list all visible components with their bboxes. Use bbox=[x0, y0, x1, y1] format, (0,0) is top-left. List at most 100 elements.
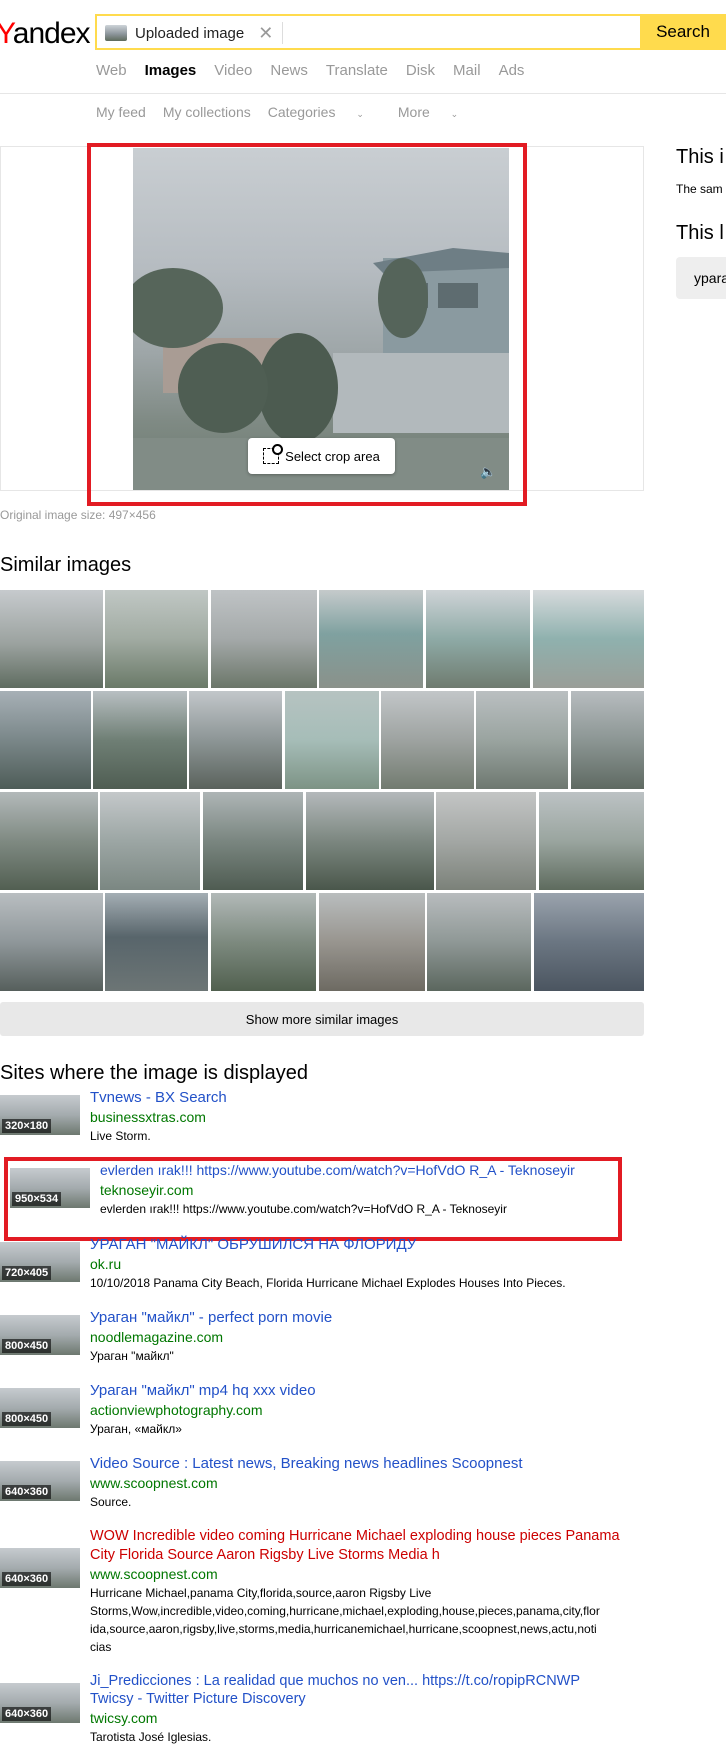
right-heading-2: This l bbox=[676, 222, 724, 244]
result-title-link[interactable]: УРАГАН "МАЙКЛ" ОБРУШИЛСЯ НА ФЛОРИДУ bbox=[90, 1236, 416, 1253]
result-title-link[interactable]: Ураган "майкл" - perfect porn movie bbox=[90, 1309, 332, 1326]
result-thumbnail[interactable]: 800×450 bbox=[0, 1315, 80, 1355]
similar-image[interactable] bbox=[105, 590, 208, 688]
result-url[interactable]: businessxtras.com bbox=[90, 1109, 206, 1125]
sites-title: Sites where the image is displayed bbox=[0, 1062, 308, 1084]
result-thumbnail[interactable]: 640×360 bbox=[0, 1461, 80, 1501]
result-url[interactable]: www.scoopnest.com bbox=[90, 1566, 218, 1582]
similar-image[interactable] bbox=[571, 691, 644, 789]
uploaded-image-label: Uploaded image bbox=[135, 24, 245, 42]
site-result: 320×180 Tvnews - BX Search businessxtras… bbox=[0, 1089, 644, 1149]
subnav-more[interactable]: More ⌄ bbox=[398, 104, 475, 120]
similar-image[interactable] bbox=[285, 691, 379, 789]
uploaded-image-chip[interactable]: Uploaded image ✕ bbox=[105, 21, 273, 45]
site-result: 640×360 Ji_Predicciones : La realidad qu… bbox=[0, 1673, 644, 1753]
tab-web[interactable]: Web bbox=[96, 62, 127, 79]
highlight-box-result bbox=[4, 1157, 622, 1241]
right-heading-1: This i bbox=[676, 146, 724, 168]
image-dimensions: 640×360 bbox=[2, 1485, 52, 1499]
similar-image[interactable] bbox=[381, 691, 474, 789]
result-url[interactable]: ok.ru bbox=[90, 1256, 121, 1272]
similar-image[interactable] bbox=[93, 691, 187, 789]
tab-translate[interactable]: Translate bbox=[326, 62, 388, 79]
service-tabs: Web Images Video News Translate Disk Mai… bbox=[96, 62, 542, 79]
result-title-link[interactable]: WOW Incredible video coming Hurricane Mi… bbox=[90, 1528, 620, 1544]
result-description: Live Storm. bbox=[90, 1129, 151, 1143]
similar-image[interactable] bbox=[189, 691, 282, 789]
similar-image[interactable] bbox=[306, 792, 434, 890]
logo-rest: andex bbox=[12, 17, 91, 50]
result-url[interactable]: twicsy.com bbox=[90, 1710, 157, 1726]
tab-images[interactable]: Images bbox=[145, 62, 197, 79]
search-button[interactable]: Search bbox=[640, 14, 726, 50]
similar-image[interactable] bbox=[0, 691, 91, 789]
result-thumbnail[interactable]: 640×360 bbox=[0, 1683, 80, 1723]
logo-y: Y bbox=[0, 17, 14, 50]
subnav-my-collections[interactable]: My collections bbox=[163, 104, 251, 120]
result-url[interactable]: noodlemagazine.com bbox=[90, 1329, 223, 1345]
result-title-link[interactable]: Ураган "майкл" mp4 hq xxx video bbox=[90, 1382, 316, 1399]
similar-image[interactable] bbox=[100, 792, 200, 890]
similar-images-grid bbox=[0, 590, 644, 994]
tab-disk[interactable]: Disk bbox=[406, 62, 435, 79]
crop-button-label: Select crop area bbox=[285, 448, 380, 464]
yandex-logo[interactable]: Yandex bbox=[0, 14, 91, 54]
result-title-link[interactable]: Ji_Predicciones : La realidad que muchos… bbox=[90, 1673, 580, 1689]
result-description: Source. bbox=[90, 1495, 132, 1509]
subnav-my-feed[interactable]: My feed bbox=[96, 104, 146, 120]
tab-video[interactable]: Video bbox=[214, 62, 252, 79]
result-title-link-continued[interactable]: Twicsy - Twitter Picture Discovery bbox=[90, 1691, 306, 1707]
close-icon[interactable]: ✕ bbox=[258, 24, 273, 42]
result-title-link-continued[interactable]: City Florida Source Aaron Rigsby Live St… bbox=[90, 1547, 440, 1563]
similar-image[interactable] bbox=[436, 792, 536, 890]
result-description: Ураган, «майкл» bbox=[90, 1422, 182, 1436]
similar-images-title: Similar images bbox=[0, 554, 132, 576]
similar-image[interactable] bbox=[105, 893, 208, 991]
similar-image[interactable] bbox=[427, 893, 531, 991]
result-thumbnail[interactable]: 640×360 bbox=[0, 1548, 80, 1588]
similar-image[interactable] bbox=[0, 893, 103, 991]
image-dimensions: 640×360 bbox=[2, 1572, 52, 1586]
tab-mail[interactable]: Mail bbox=[453, 62, 481, 79]
result-thumbnail[interactable]: 800×450 bbox=[0, 1388, 80, 1428]
result-url[interactable]: www.scoopnest.com bbox=[90, 1475, 218, 1491]
image-dimensions: 640×360 bbox=[2, 1707, 52, 1721]
similar-image[interactable] bbox=[426, 590, 530, 688]
image-dimensions: 800×450 bbox=[2, 1339, 52, 1353]
speaker-icon[interactable]: 🔈 bbox=[480, 464, 496, 480]
result-description: 10/10/2018 Panama City Beach, Florida Hu… bbox=[90, 1276, 566, 1290]
similar-image[interactable] bbox=[211, 590, 317, 688]
similar-image[interactable] bbox=[319, 893, 425, 991]
result-url[interactable]: actionviewphotography.com bbox=[90, 1402, 263, 1418]
result-thumbnail[interactable]: 320×180 bbox=[0, 1095, 80, 1135]
result-description: Hurricane Michael,panama City,florida,so… bbox=[90, 1586, 432, 1600]
result-title-link[interactable]: Tvnews - BX Search bbox=[90, 1089, 227, 1106]
image-dimensions: 320×180 bbox=[2, 1119, 52, 1133]
search-input[interactable]: Uploaded image ✕ bbox=[95, 14, 655, 50]
right-tag-chip[interactable]: ypara bbox=[676, 257, 726, 299]
select-crop-area-button[interactable]: Select crop area bbox=[248, 438, 395, 474]
site-result: 800×450 Ураган "майкл" mp4 hq xxx video … bbox=[0, 1382, 644, 1442]
subnav-categories[interactable]: Categories ⌄ bbox=[268, 104, 381, 120]
result-description: cias bbox=[90, 1640, 112, 1654]
similar-image[interactable] bbox=[476, 691, 568, 789]
similar-image[interactable] bbox=[533, 590, 644, 688]
similar-image[interactable] bbox=[539, 792, 644, 890]
result-title-link[interactable]: Video Source : Latest news, Breaking new… bbox=[90, 1455, 523, 1472]
image-dimensions: 800×450 bbox=[2, 1412, 52, 1426]
crop-search-icon bbox=[263, 444, 284, 464]
site-result: 720×405 УРАГАН "МАЙКЛ" ОБРУШИЛСЯ НА ФЛОР… bbox=[0, 1236, 644, 1296]
similar-image[interactable] bbox=[319, 590, 423, 688]
similar-image[interactable] bbox=[0, 792, 98, 890]
more-label: More bbox=[397, 104, 430, 120]
similar-image[interactable] bbox=[0, 590, 103, 688]
tab-news[interactable]: News bbox=[270, 62, 308, 79]
similar-image[interactable] bbox=[203, 792, 303, 890]
result-description: Ураган "майкл" bbox=[90, 1349, 174, 1363]
images-subnav: My feed My collections Categories ⌄ More… bbox=[96, 104, 492, 120]
show-more-similar-button[interactable]: Show more similar images bbox=[0, 1002, 644, 1036]
similar-image[interactable] bbox=[534, 893, 644, 991]
tab-ads[interactable]: Ads bbox=[499, 62, 525, 79]
result-thumbnail[interactable]: 720×405 bbox=[0, 1242, 80, 1282]
similar-image[interactable] bbox=[211, 893, 316, 991]
